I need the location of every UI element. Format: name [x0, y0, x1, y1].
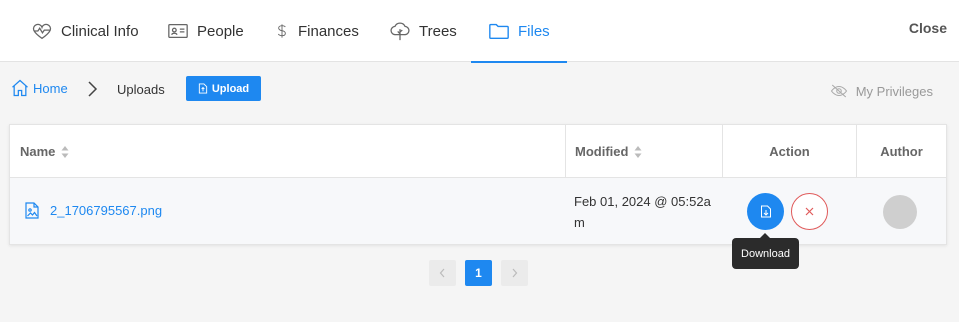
download-tooltip: Download	[732, 233, 799, 269]
file-name: 2_1706795567.png	[50, 203, 163, 218]
column-header-author: Author	[857, 125, 946, 178]
tab-clinical-info[interactable]: Clinical Info	[31, 0, 139, 62]
eye-off-icon	[830, 84, 847, 98]
file-download-icon	[760, 205, 771, 218]
modified-date-line: Feb 01, 2024 @ 05:52a	[574, 194, 711, 209]
avatar	[883, 195, 917, 229]
pagination-next-button[interactable]	[501, 260, 528, 286]
close-icon	[805, 207, 814, 216]
column-header-name[interactable]: Name	[20, 125, 69, 178]
sort-icon	[634, 145, 642, 158]
tab-trees[interactable]: Trees	[389, 0, 457, 62]
top-nav-bar: Clinical Info People Finances Trees File…	[0, 0, 959, 63]
tab-label: Finances	[298, 22, 359, 40]
file-name-link[interactable]: 2_1706795567.png	[25, 202, 162, 219]
home-icon	[12, 79, 28, 97]
heart-pulse-icon	[32, 23, 52, 40]
upload-button-label: Upload	[211, 82, 250, 95]
column-header-label: Action	[769, 144, 810, 159]
files-table: Name Modified Action Author 2_1706795567…	[9, 124, 947, 245]
download-button[interactable]	[747, 193, 784, 230]
breadcrumb-home[interactable]: Home	[10, 78, 68, 98]
folder-icon	[489, 23, 509, 40]
chevron-right-icon	[88, 81, 98, 97]
modified-date: Feb 01, 2024 @ 05:52a m	[574, 191, 724, 233]
breadcrumb-home-label: Home	[33, 80, 68, 96]
pagination-prev-button[interactable]	[429, 260, 456, 286]
tab-label: Trees	[419, 22, 457, 40]
column-header-label: Author	[880, 144, 923, 159]
chevron-right-icon	[512, 268, 518, 278]
column-header-label: Name	[20, 144, 56, 159]
upload-button[interactable]: Upload	[186, 76, 261, 101]
id-card-icon	[168, 23, 188, 39]
column-header-action: Action	[722, 125, 857, 178]
delete-button[interactable]	[791, 193, 828, 230]
sort-icon	[61, 145, 69, 158]
table-row: 2_1706795567.png Feb 01, 2024 @ 05:52a m	[10, 178, 946, 244]
tab-files[interactable]: Files	[471, 0, 567, 63]
image-file-icon	[25, 202, 39, 219]
table-header: Name Modified Action Author	[10, 125, 946, 178]
tab-finances[interactable]: Finances	[274, 0, 359, 62]
close-button[interactable]: Close	[909, 20, 947, 36]
column-header-label: Modified	[575, 144, 629, 159]
my-privileges-label: My Privileges	[855, 83, 933, 99]
my-privileges-link[interactable]: My Privileges	[830, 83, 933, 99]
tree-icon	[390, 22, 410, 41]
modified-date-line: m	[574, 215, 585, 230]
dollar-icon	[277, 24, 286, 38]
breadcrumb-current: Uploads	[117, 82, 165, 97]
tab-label: Clinical Info	[61, 22, 139, 40]
tab-label: People	[197, 22, 244, 40]
chevron-left-icon	[439, 268, 445, 278]
column-header-modified[interactable]: Modified	[575, 125, 642, 178]
pagination-page-button[interactable]: 1	[465, 260, 492, 286]
file-upload-icon	[198, 83, 207, 94]
tab-label: Files	[518, 22, 550, 40]
tab-people[interactable]: People	[167, 0, 244, 62]
